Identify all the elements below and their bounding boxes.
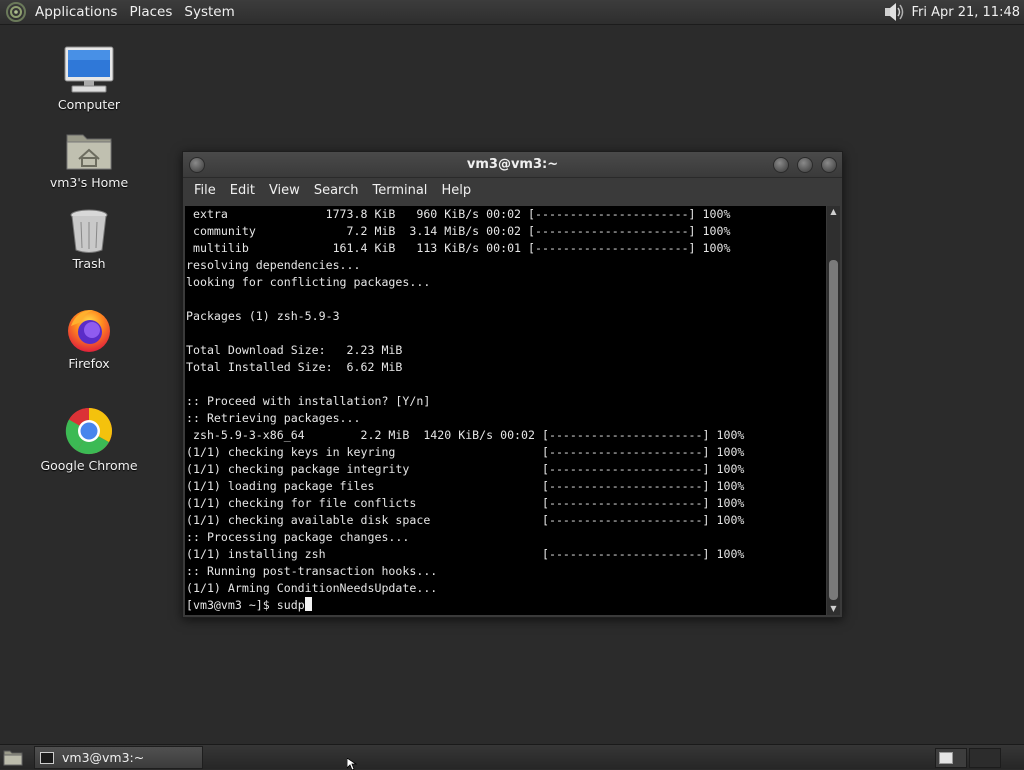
terminal-prompt-line[interactable]: [vm3@vm3 ~]$ sudp: [185, 597, 826, 614]
terminal-window[interactable]: vm3@vm3:~ File Edit View Search Terminal…: [182, 151, 843, 618]
clock[interactable]: Fri Apr 21, 11:48: [911, 5, 1020, 20]
terminal-line: (1/1) loading package files [-----------…: [186, 479, 745, 493]
terminal-line: (1/1) checking for file conflicts [-----…: [186, 496, 745, 510]
top-panel: Applications Places System Fri Apr 21, 1…: [0, 0, 1024, 25]
menu-view[interactable]: View: [262, 178, 307, 204]
taskbar-button-label: vm3@vm3:~: [62, 750, 145, 765]
trash-icon: [70, 209, 108, 253]
distro-logo-icon[interactable]: [5, 1, 27, 23]
bottom-panel: vm3@vm3:~: [0, 744, 1024, 769]
mouse-pointer-icon: [347, 758, 357, 770]
terminal-line: :: Running post-transaction hooks...: [186, 564, 438, 578]
desktop-icon-label: Google Chrome: [40, 458, 138, 473]
menu-search[interactable]: Search: [307, 178, 366, 204]
volume-icon[interactable]: [883, 1, 905, 23]
terminal-line: :: Retrieving packages...: [186, 411, 361, 425]
desktop-icon-label: Firefox: [68, 356, 110, 371]
places-menu[interactable]: Places: [123, 0, 178, 24]
scrollbar-thumb[interactable]: [829, 260, 838, 600]
close-button[interactable]: [821, 157, 837, 173]
terminal-line: :: Processing package changes...: [186, 530, 410, 544]
firefox-icon: [68, 310, 110, 352]
command-input[interactable]: sudp: [277, 598, 305, 612]
terminal-line: (1/1) checking keys in keyring [--------…: [186, 445, 745, 459]
menu-edit[interactable]: Edit: [223, 178, 262, 204]
terminal-line: Packages (1) zsh-5.9-3: [186, 309, 340, 323]
scroll-down-arrow-icon[interactable]: ▼: [827, 603, 840, 615]
menu-file[interactable]: File: [187, 178, 223, 204]
terminal-line: (1/1) installing zsh [------------------…: [186, 547, 745, 561]
workspace-1[interactable]: [935, 748, 967, 768]
desktop-icon-firefox[interactable]: Firefox: [38, 306, 140, 371]
terminal-scrollbar[interactable]: ▲ ▼: [827, 206, 840, 615]
desktop-icon-chrome[interactable]: Google Chrome: [38, 406, 140, 473]
workspace-2[interactable]: [969, 748, 1001, 768]
desktop-icon-label: Computer: [57, 97, 121, 112]
terminal-line: zsh-5.9-3-x86_64 2.2 MiB 1420 KiB/s 00:0…: [186, 428, 745, 442]
maximize-button[interactable]: [797, 157, 813, 173]
terminal-line: multilib 161.4 KiB 113 KiB/s 00:01 [----…: [186, 241, 731, 255]
terminal-line: Total Installed Size: 6.62 MiB: [186, 360, 403, 374]
terminal-menubar: File Edit View Search Terminal Help: [183, 178, 842, 204]
terminal-icon: [40, 751, 54, 764]
terminal-output[interactable]: extra 1773.8 KiB 960 KiB/s 00:02 [------…: [185, 206, 826, 615]
terminal-line: extra 1773.8 KiB 960 KiB/s 00:02 [------…: [186, 207, 731, 221]
system-menu[interactable]: System: [178, 0, 240, 24]
terminal-line: :: Proceed with installation? [Y/n]: [186, 394, 431, 408]
desktop-icon-computer[interactable]: Computer: [38, 45, 140, 112]
terminal-line: (1/1) checking available disk space [---…: [186, 513, 745, 527]
window-titlebar[interactable]: vm3@vm3:~: [183, 152, 842, 178]
show-desktop-icon[interactable]: [3, 747, 23, 766]
desktop-icon-trash[interactable]: Trash: [38, 208, 140, 271]
terminal-line: looking for conflicting packages...: [186, 275, 431, 289]
chrome-icon: [65, 407, 112, 455]
computer-icon: [64, 46, 114, 93]
menu-terminal[interactable]: Terminal: [365, 178, 434, 204]
terminal-line: community 7.2 MiB 3.14 MiB/s 00:02 [----…: [186, 224, 731, 238]
applications-menu[interactable]: Applications: [29, 0, 123, 24]
terminal-line: Total Download Size: 2.23 MiB: [186, 343, 403, 357]
scroll-up-arrow-icon[interactable]: ▲: [827, 206, 840, 218]
shell-prompt: [vm3@vm3 ~]$: [186, 598, 277, 612]
terminal-line: (1/1) checking package integrity [------…: [186, 462, 745, 476]
minimize-button[interactable]: [773, 157, 789, 173]
terminal-line: resolving dependencies...: [186, 258, 361, 272]
terminal-line: (1/1) Arming ConditionNeedsUpdate...: [186, 581, 438, 595]
menu-help[interactable]: Help: [434, 178, 478, 204]
desktop-icon-label: vm3's Home: [49, 175, 129, 190]
desktop-icon-home[interactable]: vm3's Home: [38, 127, 140, 190]
taskbar-button-terminal[interactable]: vm3@vm3:~: [34, 746, 203, 769]
home-folder-icon: [66, 134, 112, 170]
text-cursor: [304, 597, 312, 611]
workspace-window-thumbnail: [939, 752, 953, 764]
desktop-icon-label: Trash: [72, 256, 106, 271]
window-title: vm3@vm3:~: [466, 157, 559, 172]
